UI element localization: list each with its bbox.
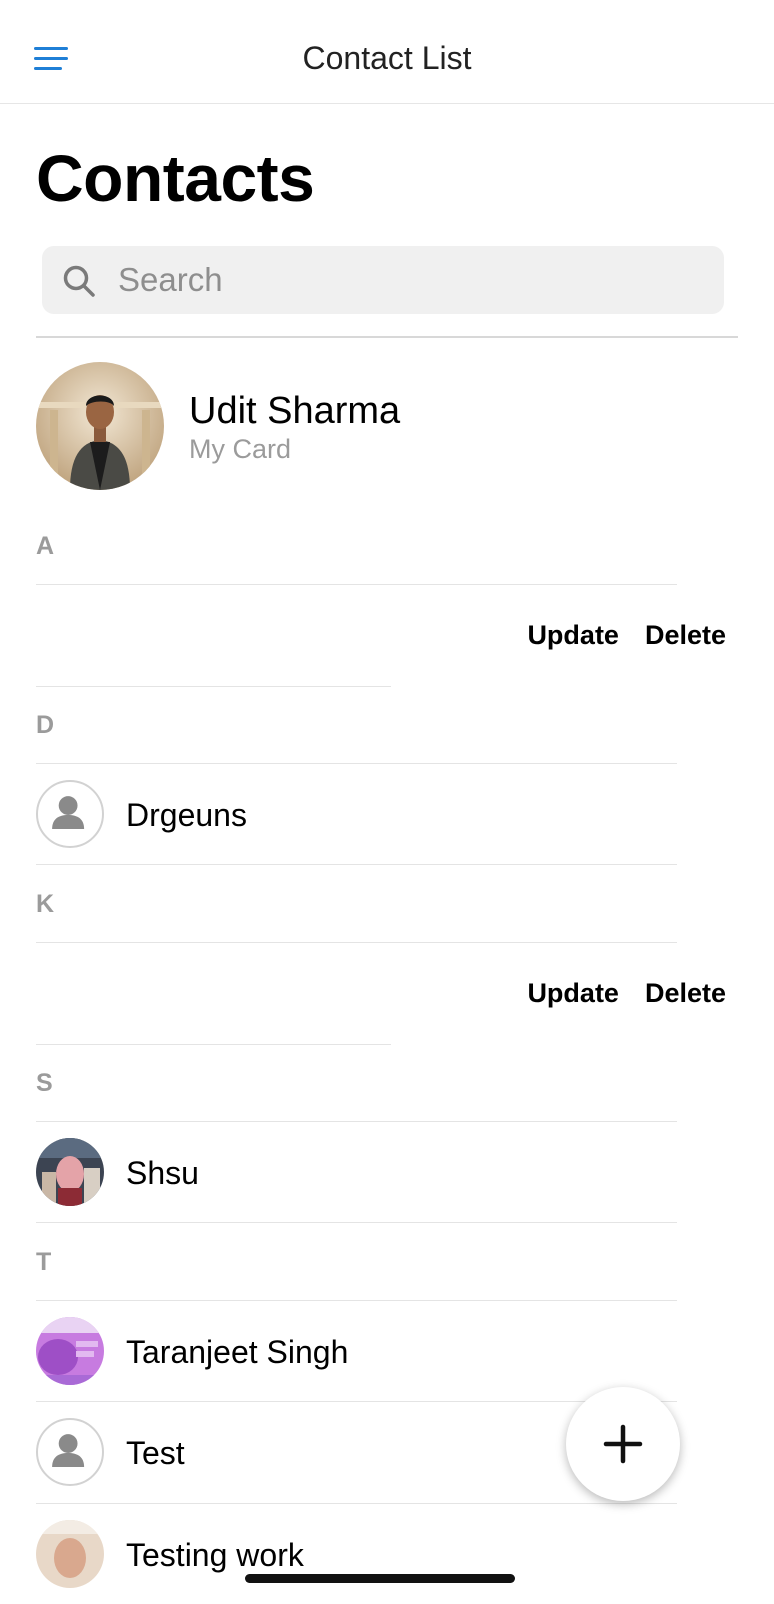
contact-row[interactable]: Drgeuns (36, 764, 691, 864)
section-header-t: T (36, 1248, 52, 1276)
contact-name: Test (126, 1435, 185, 1471)
add-contact-button[interactable] (566, 1387, 680, 1501)
update-button[interactable]: Update (527, 978, 619, 1009)
update-button[interactable]: Update (527, 620, 619, 651)
top-navigation-bar: Contact List (0, 0, 774, 104)
divider (36, 584, 677, 585)
contact-name: Drgeuns (126, 797, 247, 833)
section-header-k: K (36, 890, 55, 918)
divider (36, 336, 738, 338)
search-bar[interactable] (42, 246, 724, 314)
my-card-name: Udit Sharma (189, 390, 401, 432)
contact-row[interactable]: Taranjeet Singh (36, 1301, 691, 1401)
my-card-subtitle: My Card (189, 434, 292, 464)
divider (36, 1044, 391, 1045)
page-title: Contacts (36, 141, 315, 215)
plus-icon (603, 1424, 643, 1464)
contact-name: Shsu (126, 1155, 199, 1191)
contact-name: Testing work (126, 1537, 304, 1573)
delete-button[interactable]: Delete (645, 978, 726, 1009)
divider (36, 1222, 677, 1223)
section-header-a: A (36, 532, 55, 560)
my-card-avatar (36, 362, 164, 490)
search-icon (63, 265, 95, 297)
section-header-s: S (36, 1069, 53, 1097)
person-placeholder-icon (36, 1418, 104, 1486)
contact-photo (36, 1520, 104, 1588)
nav-title: Contact List (302, 40, 472, 76)
search-input[interactable] (118, 256, 708, 304)
divider (36, 942, 677, 943)
contact-photo (36, 1138, 104, 1206)
swiped-contact-row[interactable]: Update Delete (36, 590, 726, 690)
swipe-actions: Update Delete (527, 620, 726, 651)
person-placeholder-icon (36, 780, 104, 848)
contact-row[interactable]: Shsu (36, 1122, 691, 1222)
section-header-d: D (36, 711, 55, 739)
home-indicator (245, 1574, 515, 1583)
contact-name: Taranjeet Singh (126, 1334, 349, 1370)
my-card[interactable]: Udit Sharma My Card (36, 362, 726, 492)
divider (36, 864, 677, 865)
delete-button[interactable]: Delete (645, 620, 726, 651)
contact-photo (36, 1317, 104, 1385)
swiped-contact-row[interactable]: Update Delete (36, 948, 726, 1048)
divider (36, 686, 391, 687)
swipe-actions: Update Delete (527, 978, 726, 1009)
contact-row[interactable]: Testing work (36, 1504, 691, 1604)
